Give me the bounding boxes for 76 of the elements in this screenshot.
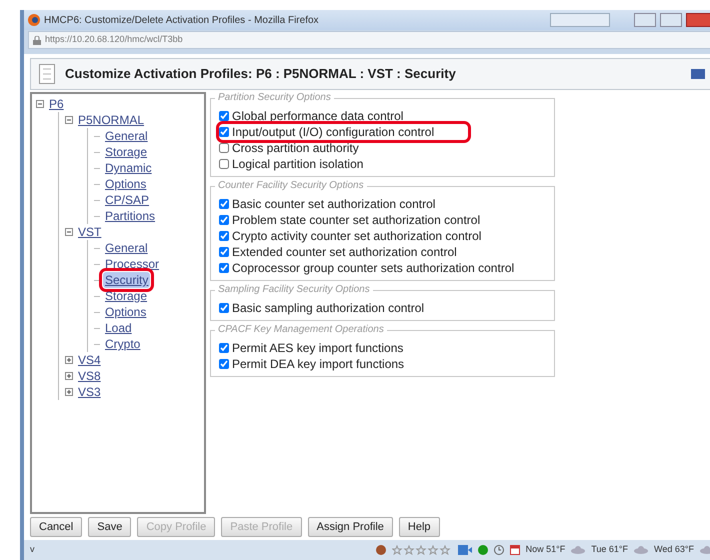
tree-link[interactable]: General xyxy=(103,128,150,144)
page-title: Customize Activation Profiles: P6 : P5NORMAL : VST : Security xyxy=(65,65,457,84)
tree-link[interactable]: Storage xyxy=(103,144,150,160)
lock-icon xyxy=(33,36,41,44)
option-label: Permit DEA key import functions xyxy=(232,356,404,372)
collapse-icon[interactable] xyxy=(65,228,73,236)
checkbox[interactable] xyxy=(219,127,229,137)
action-button[interactable]: Save xyxy=(88,516,132,537)
address-bar[interactable]: https://10.20.68.120/hmc/wcl/T3bb xyxy=(28,31,710,49)
maximize-button[interactable] xyxy=(660,13,682,27)
tree-link[interactable]: Security xyxy=(103,272,150,288)
url-text: https://10.20.68.120/hmc/wcl/T3bb xyxy=(45,33,183,46)
tree-link[interactable]: Dynamic xyxy=(103,160,154,176)
rating-stars-icon xyxy=(392,545,452,555)
tree-link[interactable]: Load xyxy=(103,320,134,336)
collapse-icon[interactable] xyxy=(36,100,44,108)
checkbox[interactable] xyxy=(219,303,229,313)
option-label: Input/output (I/O) configuration control xyxy=(232,124,434,140)
expand-icon[interactable] xyxy=(65,388,73,396)
action-button[interactable]: Help xyxy=(398,516,440,537)
addon-icon[interactable] xyxy=(376,545,386,555)
weather-text: Wed 63°F xyxy=(654,543,694,556)
checkbox[interactable] xyxy=(219,231,229,241)
firefox-icon xyxy=(28,14,40,26)
calendar-icon[interactable] xyxy=(510,545,520,555)
tree-link[interactable]: Partitions xyxy=(103,208,158,224)
tree-link[interactable]: P6 xyxy=(47,96,66,112)
option-label: Permit AES key import functions xyxy=(232,340,404,356)
checkbox[interactable] xyxy=(219,143,229,153)
tree-link[interactable]: P5NORMAL xyxy=(76,112,146,128)
option-label: Global performance data control xyxy=(232,108,404,124)
option-label: Basic counter set authorization control xyxy=(232,196,436,212)
weather-text: Now 51°F xyxy=(526,543,566,556)
option-label: Cross partition authority xyxy=(232,140,359,156)
cloud-icon xyxy=(700,546,710,554)
option-label: Coprocessor group counter sets authorization control xyxy=(232,260,514,276)
tree-link[interactable]: VS8 xyxy=(76,368,103,384)
collapse-icon[interactable] xyxy=(65,116,73,124)
tree-link[interactable]: Crypto xyxy=(103,336,142,352)
option-label: Crypto activity counter set authorization control xyxy=(232,228,482,244)
option-label: Logical partition isolation xyxy=(232,156,364,172)
search-field[interactable] xyxy=(550,13,610,27)
checkbox[interactable] xyxy=(219,159,229,169)
checkbox[interactable] xyxy=(219,343,229,353)
tree-link[interactable]: Options xyxy=(103,304,148,320)
window-title: HMCP6: Customize/Delete Activation Profiles - Mozilla Firefox xyxy=(44,14,320,28)
expand-icon[interactable] xyxy=(65,372,73,380)
minimize-button[interactable] xyxy=(634,13,656,27)
action-button[interactable]: Assign Profile xyxy=(308,516,393,537)
option-label: Basic sampling authorization control xyxy=(232,300,424,316)
checkbox[interactable] xyxy=(219,111,229,121)
checkbox[interactable] xyxy=(219,215,229,225)
option-label: Extended counter set authorization control xyxy=(232,244,457,260)
tree-link[interactable]: VST xyxy=(76,224,104,240)
option-label: Problem state counter set authorization control xyxy=(232,212,480,228)
tree-link[interactable]: VS3 xyxy=(76,384,103,400)
checkbox[interactable] xyxy=(219,247,229,257)
menu-caret[interactable]: v xyxy=(30,543,34,557)
tree-link[interactable]: Options xyxy=(103,176,148,192)
weather-text: Tue 61°F xyxy=(591,543,628,556)
tree-link[interactable]: Processor xyxy=(103,256,162,272)
tree-link[interactable]: CP/SAP xyxy=(103,192,152,208)
checkbox[interactable] xyxy=(219,359,229,369)
cloud-icon xyxy=(571,546,586,554)
clock-icon[interactable] xyxy=(494,545,504,555)
action-button[interactable]: Cancel xyxy=(30,516,82,537)
checkbox[interactable] xyxy=(219,199,229,209)
tree-link[interactable]: VS4 xyxy=(76,352,103,368)
group-legend: Partition Security Options xyxy=(215,92,334,104)
status-dot-icon xyxy=(478,545,488,555)
tree-link[interactable]: Storage xyxy=(103,288,150,304)
expand-icon[interactable] xyxy=(65,356,73,364)
page-icon xyxy=(39,64,55,84)
checkbox[interactable] xyxy=(219,263,229,273)
tree-link[interactable]: General xyxy=(103,240,150,256)
cloud-icon xyxy=(634,546,648,554)
